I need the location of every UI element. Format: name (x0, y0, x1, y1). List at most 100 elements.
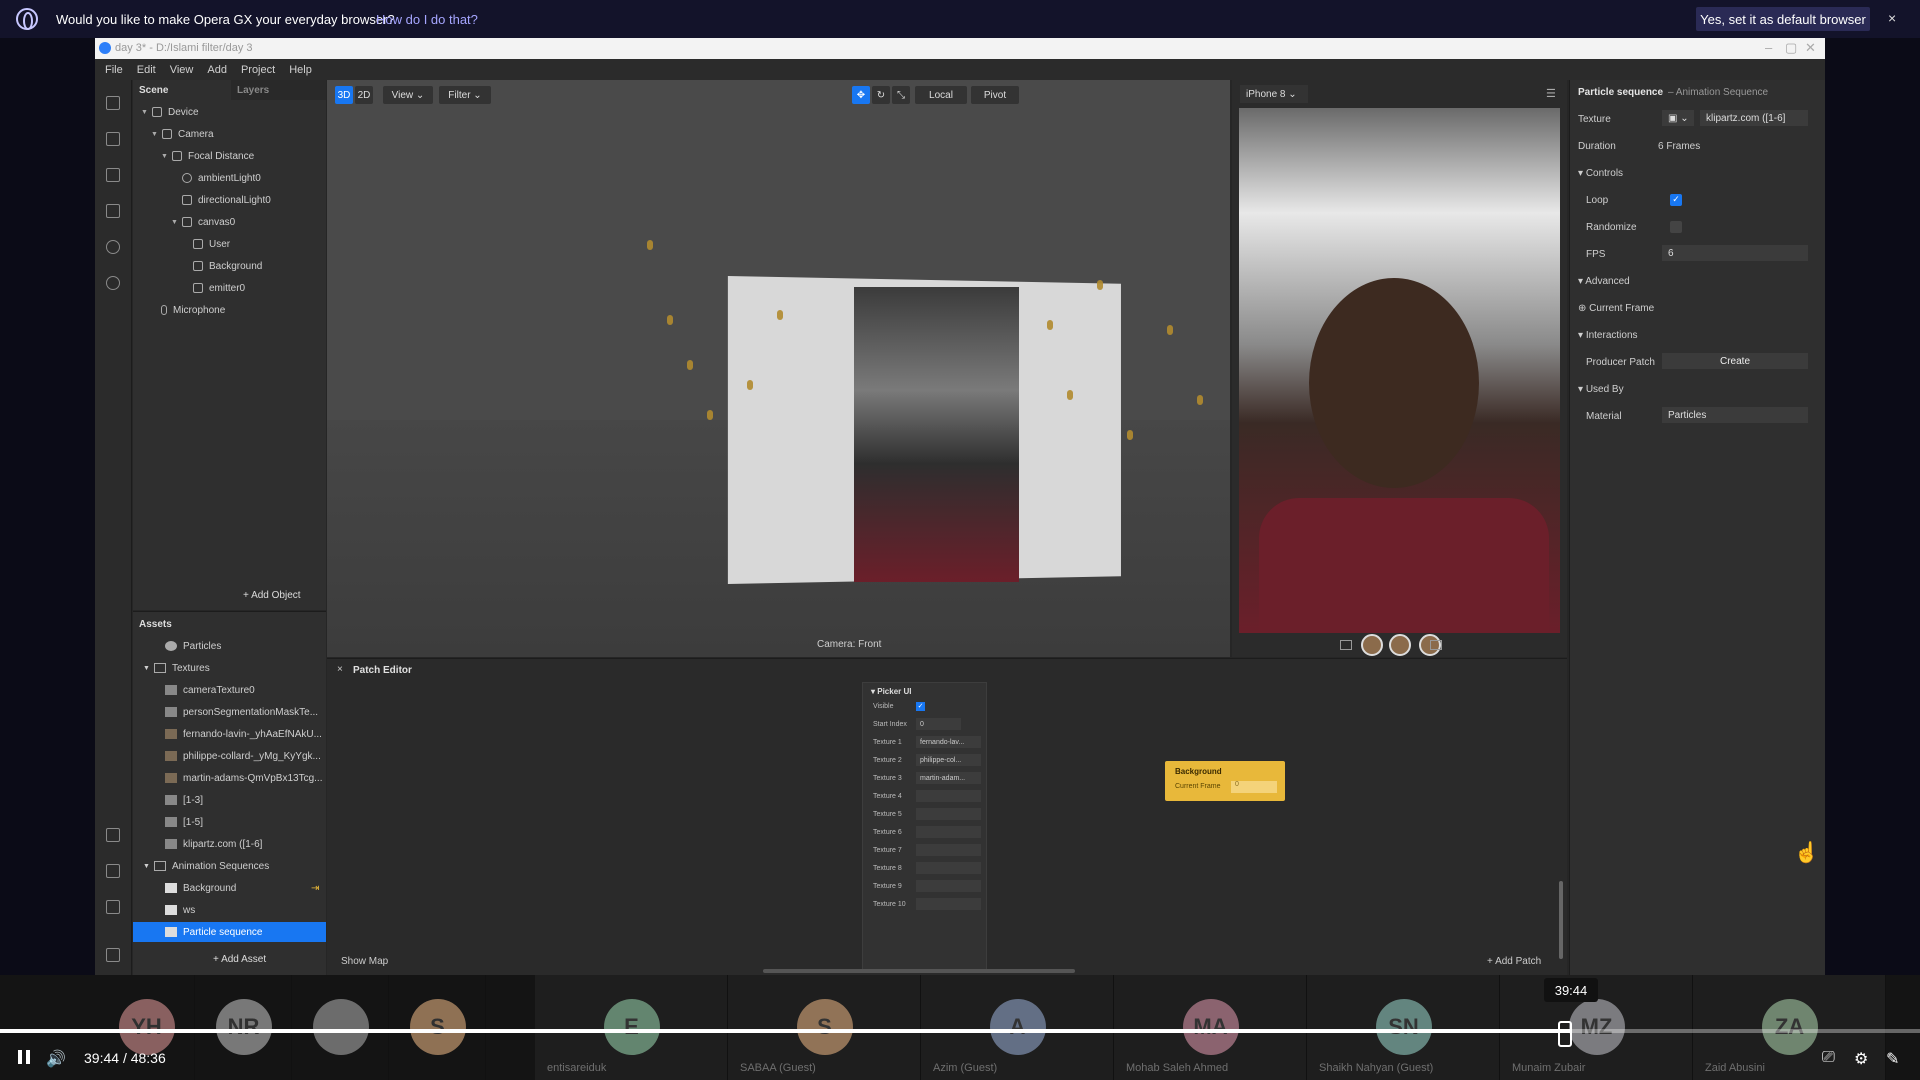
how-do-i-link[interactable]: How do I do that? (376, 12, 478, 27)
add-patch-button[interactable]: + Add Patch (1487, 956, 1541, 967)
patch-editor[interactable]: × Patch Editor ▾ Picker UI Visible ✓ Sta… (327, 658, 1567, 975)
texture-6-dropdown[interactable] (916, 826, 981, 838)
texture-7-dropdown[interactable] (916, 844, 981, 856)
video-icon[interactable] (106, 132, 120, 146)
current-frame-port[interactable]: Current Frame (1175, 783, 1221, 790)
picker-ui-node[interactable]: ▾ Picker UI Visible ✓ Start Index 0 Text… (862, 682, 987, 972)
asset-camera-texture[interactable]: cameraTexture0 (133, 680, 326, 700)
picker-option-2[interactable] (1389, 634, 1411, 656)
texture-1-dropdown[interactable]: fernando-lav... (916, 736, 981, 748)
tree-item-background[interactable]: Background (193, 256, 262, 276)
refresh-icon[interactable] (106, 240, 120, 254)
visible-checkbox[interactable]: ✓ (916, 702, 925, 711)
tab-scene[interactable]: Scene (133, 80, 231, 100)
asset-ws-sequence[interactable]: ws (133, 900, 326, 920)
texture-9-dropdown[interactable] (916, 880, 981, 892)
minimize-icon[interactable]: – (1765, 40, 1772, 55)
texture-3-dropdown[interactable]: martin-adam... (916, 772, 981, 784)
controls-section[interactable]: ▾ Controls (1578, 168, 1623, 179)
pause-icon[interactable] (18, 1050, 30, 1064)
tree-item-camera[interactable]: ▼ Camera (151, 124, 214, 144)
device-dropdown[interactable]: iPhone 8 ⌄ (1240, 85, 1308, 103)
texture-10-dropdown[interactable] (916, 898, 981, 910)
advanced-section[interactable]: ▾ Advanced (1578, 276, 1630, 287)
asset-fernando-texture[interactable]: fernando-lavin-_yhAaEfNAkU... (133, 724, 326, 744)
patch-editor-vertical-scrollbar[interactable] (1559, 881, 1563, 959)
menu-project[interactable]: Project (241, 64, 275, 76)
asset-texture-1-3[interactable]: [1-3] (133, 790, 326, 810)
picker-option-1[interactable] (1361, 634, 1383, 656)
tree-item-device[interactable]: ▼ Device (141, 102, 199, 122)
window-close-icon[interactable]: ✕ (1805, 40, 1816, 56)
tree-item-directional-light[interactable]: directionalLight0 (182, 190, 271, 210)
randomize-checkbox[interactable] (1670, 221, 1682, 233)
tree-item-emitter[interactable]: emitter0 (193, 278, 245, 298)
simulator-menu-icon[interactable]: ☰ (1546, 87, 1556, 100)
close-icon[interactable]: × (1888, 10, 1896, 26)
interactions-section[interactable]: ▾ Interactions (1578, 330, 1638, 341)
simulator-preview[interactable] (1239, 108, 1560, 656)
upload-icon[interactable] (106, 900, 120, 914)
maximize-icon[interactable]: ▢ (1785, 40, 1797, 56)
menu-edit[interactable]: Edit (137, 64, 156, 76)
loop-checkbox[interactable]: ✓ (1670, 194, 1682, 206)
scene-viewport[interactable]: 3D 2D View ⌄ Filter ⌄ ✥ ↻ ⤡ Local Pivot … (327, 80, 1230, 657)
rotate-device-icon[interactable] (1430, 640, 1442, 650)
mode-2d-button[interactable]: 2D (355, 86, 373, 104)
filter-dropdown[interactable]: Filter ⌄ (439, 86, 491, 104)
current-frame-row[interactable]: ⊕ Current Frame (1578, 303, 1654, 314)
tab-layers[interactable]: Layers (231, 80, 326, 100)
tree-item-canvas[interactable]: ▼ canvas0 (171, 212, 235, 232)
asset-klipartz-texture[interactable]: klipartz.com ([1-6] (133, 834, 326, 854)
bug-icon[interactable] (106, 948, 120, 962)
patch-editor-horizontal-scrollbar[interactable] (763, 969, 1075, 973)
texture-8-dropdown[interactable] (916, 862, 981, 874)
menu-view[interactable]: View (170, 64, 194, 76)
start-index-field[interactable]: 0 (916, 718, 961, 730)
search-icon[interactable] (106, 276, 120, 290)
asset-philippe-texture[interactable]: philippe-collard-_yMg_KyYgk... (133, 746, 326, 766)
progress-bar[interactable] (0, 1029, 1920, 1033)
move-tool-icon[interactable]: ✥ (852, 86, 870, 104)
texture-2-dropdown[interactable]: philippe-col... (916, 754, 981, 766)
asset-folder-animation-sequences[interactable]: ▼ Animation Sequences (133, 856, 326, 876)
patch-editor-close-icon[interactable]: × (337, 664, 343, 675)
device-icon[interactable] (106, 204, 120, 218)
tree-item-focal-distance[interactable]: ▼ Focal Distance (161, 146, 254, 166)
asset-folder-textures[interactable]: ▼ Textures (133, 658, 326, 678)
rotate-tool-icon[interactable]: ↻ (872, 86, 890, 104)
view-dropdown[interactable]: View ⌄ (383, 86, 433, 104)
texture-4-dropdown[interactable] (916, 790, 981, 802)
mode-3d-button[interactable]: 3D (335, 86, 353, 104)
create-patch-button[interactable]: Create (1662, 353, 1808, 369)
menu-add[interactable]: Add (207, 64, 227, 76)
asset-particle-sequence[interactable]: Particle sequence (133, 922, 326, 942)
pivot-toggle[interactable]: Pivot (971, 86, 1019, 104)
menu-help[interactable]: Help (289, 64, 312, 76)
texture-field[interactable]: klipartz.com ([1-6] (1700, 110, 1808, 126)
add-object-button[interactable]: + Add Object (243, 590, 301, 601)
menu-file[interactable]: File (105, 64, 123, 76)
layout-icon[interactable] (106, 96, 120, 110)
current-frame-field[interactable]: 0 (1231, 781, 1277, 793)
tree-item-ambient-light[interactable]: ambientLight0 (182, 168, 261, 188)
screenshot-icon[interactable] (1340, 640, 1352, 650)
asset-segmentation-texture[interactable]: personSegmentationMaskTe... (133, 702, 326, 722)
texture-5-dropdown[interactable] (916, 808, 981, 820)
captions-icon[interactable]: ⎚ (1822, 1049, 1835, 1067)
background-photo-plane[interactable] (854, 287, 1019, 582)
set-default-browser-button[interactable]: Yes, set it as default browser (1696, 7, 1870, 31)
tree-item-user[interactable]: User (193, 234, 230, 254)
add-asset-button[interactable]: + Add Asset (213, 954, 266, 965)
asset-particles[interactable]: Particles (133, 636, 326, 656)
show-map-button[interactable]: Show Map (341, 956, 388, 967)
texture-thumbnail-dropdown[interactable]: ▣ ⌄ (1662, 110, 1694, 126)
volume-icon[interactable]: 🔊 (46, 1049, 66, 1069)
asset-martin-texture[interactable]: martin-adams-QmVpBx13Tcg... (133, 768, 326, 788)
material-field[interactable]: Particles (1662, 407, 1808, 423)
asset-texture-1-5[interactable]: [1-5] (133, 812, 326, 832)
used-by-section[interactable]: ▾ Used By (1578, 384, 1624, 395)
pause-record-icon[interactable] (106, 168, 120, 182)
test-on-device-icon[interactable] (106, 864, 120, 878)
asset-background-sequence[interactable]: Background ⇥ (133, 878, 326, 898)
